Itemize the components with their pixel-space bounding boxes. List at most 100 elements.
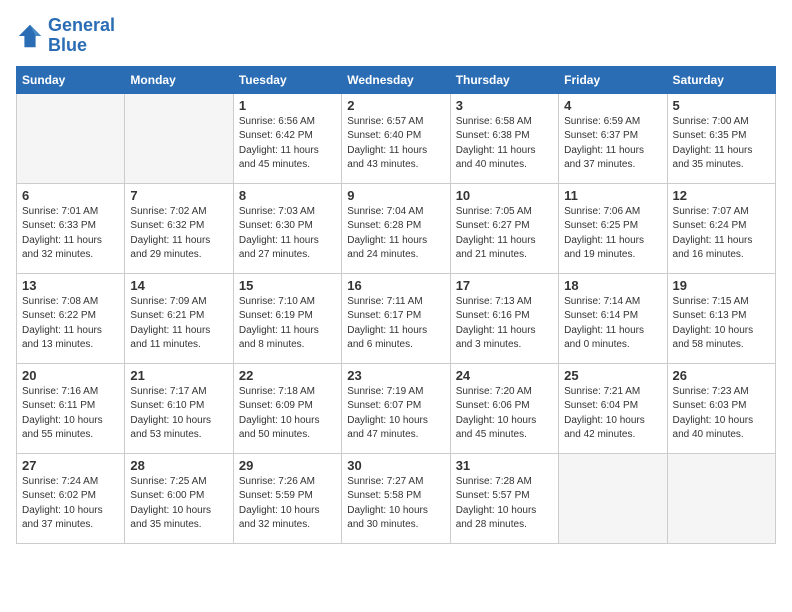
calendar-cell: 25 Sunrise: 7:21 AMSunset: 6:04 PMDayligh…: [559, 363, 667, 453]
cell-info: Sunrise: 7:08 AMSunset: 6:22 PMDaylight:…: [22, 295, 119, 353]
week-row-4: 20 Sunrise: 7:16 AMSunset: 6:11 PMDayligh…: [17, 363, 776, 453]
cell-info: Sunrise: 7:00 AMSunset: 6:35 PMDaylight:…: [673, 115, 770, 173]
calendar-cell: 20 Sunrise: 7:16 AMSunset: 6:11 PMDayligh…: [17, 363, 125, 453]
calendar-cell: 24 Sunrise: 7:20 AMSunset: 6:06 PMDayligh…: [450, 363, 558, 453]
cell-info: Sunrise: 7:16 AMSunset: 6:11 PMDaylight:…: [22, 385, 119, 443]
calendar-cell: 9 Sunrise: 7:04 AMSunset: 6:28 PMDaylight…: [342, 183, 450, 273]
cell-info: Sunrise: 7:19 AMSunset: 6:07 PMDaylight:…: [347, 385, 444, 443]
week-row-1: 1 Sunrise: 6:56 AMSunset: 6:42 PMDaylight…: [17, 93, 776, 183]
cell-info: Sunrise: 7:06 AMSunset: 6:25 PMDaylight:…: [564, 205, 661, 263]
day-number: 16: [347, 278, 444, 293]
day-number: 17: [456, 278, 553, 293]
day-number: 9: [347, 188, 444, 203]
calendar-cell: [559, 453, 667, 543]
calendar-cell: 30 Sunrise: 7:27 AMSunset: 5:58 PMDayligh…: [342, 453, 450, 543]
calendar-cell: 28 Sunrise: 7:25 AMSunset: 6:00 PMDayligh…: [125, 453, 233, 543]
calendar-cell: 3Sunrise: 6:58 AMSunset: 6:38 PMDaylight…: [450, 93, 558, 183]
calendar-cell: [667, 453, 775, 543]
cell-info: Sunrise: 7:25 AMSunset: 6:00 PMDaylight:…: [130, 475, 227, 533]
calendar-cell: 31 Sunrise: 7:28 AMSunset: 5:57 PMDayligh…: [450, 453, 558, 543]
day-number: 20: [22, 368, 119, 383]
logo: General Blue: [16, 16, 115, 56]
cell-info: Sunrise: 7:03 AMSunset: 6:30 PMDaylight:…: [239, 205, 336, 263]
day-number: 13: [22, 278, 119, 293]
calendar-cell: [125, 93, 233, 183]
day-number: 4: [564, 98, 661, 113]
cell-info: Sunrise: 7:27 AMSunset: 5:58 PMDaylight:…: [347, 475, 444, 533]
calendar-cell: [17, 93, 125, 183]
day-number: 10: [456, 188, 553, 203]
day-number: 7: [130, 188, 227, 203]
cell-info: Sunrise: 7:05 AMSunset: 6:27 PMDaylight:…: [456, 205, 553, 263]
week-row-2: 6 Sunrise: 7:01 AMSunset: 6:33 PMDaylight…: [17, 183, 776, 273]
calendar-cell: 2 Sunrise: 6:57 AMSunset: 6:40 PMDaylight…: [342, 93, 450, 183]
weekday-friday: Friday: [559, 66, 667, 93]
weekday-thursday: Thursday: [450, 66, 558, 93]
day-number: 24: [456, 368, 553, 383]
day-number: 23: [347, 368, 444, 383]
calendar-cell: 8Sunrise: 7:03 AMSunset: 6:30 PMDaylight…: [233, 183, 341, 273]
cell-info: Sunrise: 7:13 AMSunset: 6:16 PMDaylight:…: [456, 295, 553, 353]
calendar-cell: 13 Sunrise: 7:08 AMSunset: 6:22 PMDayligh…: [17, 273, 125, 363]
cell-info: Sunrise: 6:56 AMSunset: 6:42 PMDaylight:…: [239, 115, 336, 173]
day-number: 25: [564, 368, 661, 383]
calendar-cell: 23 Sunrise: 7:19 AMSunset: 6:07 PMDayligh…: [342, 363, 450, 453]
weekday-saturday: Saturday: [667, 66, 775, 93]
day-number: 30: [347, 458, 444, 473]
cell-info: Sunrise: 6:59 AMSunset: 6:37 PMDaylight:…: [564, 115, 661, 173]
week-row-5: 27 Sunrise: 7:24 AMSunset: 6:02 PMDayligh…: [17, 453, 776, 543]
calendar-cell: 7Sunrise: 7:02 AMSunset: 6:32 PMDaylight…: [125, 183, 233, 273]
cell-info: Sunrise: 7:10 AMSunset: 6:19 PMDaylight:…: [239, 295, 336, 353]
cell-info: Sunrise: 7:15 AMSunset: 6:13 PMDaylight:…: [673, 295, 770, 353]
weekday-header-row: SundayMondayTuesdayWednesdayThursdayFrid…: [17, 66, 776, 93]
day-number: 11: [564, 188, 661, 203]
calendar-cell: 21Sunrise: 7:17 AMSunset: 6:10 PMDayligh…: [125, 363, 233, 453]
cell-info: Sunrise: 7:23 AMSunset: 6:03 PMDaylight:…: [673, 385, 770, 443]
day-number: 26: [673, 368, 770, 383]
cell-info: Sunrise: 7:01 AMSunset: 6:33 PMDaylight:…: [22, 205, 119, 263]
calendar-cell: 11 Sunrise: 7:06 AMSunset: 6:25 PMDayligh…: [559, 183, 667, 273]
day-number: 21: [130, 368, 227, 383]
cell-info: Sunrise: 7:11 AMSunset: 6:17 PMDaylight:…: [347, 295, 444, 353]
cell-info: Sunrise: 7:20 AMSunset: 6:06 PMDaylight:…: [456, 385, 553, 443]
weekday-tuesday: Tuesday: [233, 66, 341, 93]
cell-info: Sunrise: 7:04 AMSunset: 6:28 PMDaylight:…: [347, 205, 444, 263]
calendar-cell: 15 Sunrise: 7:10 AMSunset: 6:19 PMDayligh…: [233, 273, 341, 363]
calendar-cell: 29Sunrise: 7:26 AMSunset: 5:59 PMDayligh…: [233, 453, 341, 543]
cell-info: Sunrise: 6:58 AMSunset: 6:38 PMDaylight:…: [456, 115, 553, 173]
day-number: 14: [130, 278, 227, 293]
calendar-cell: 17 Sunrise: 7:13 AMSunset: 6:16 PMDayligh…: [450, 273, 558, 363]
cell-info: Sunrise: 7:14 AMSunset: 6:14 PMDaylight:…: [564, 295, 661, 353]
day-number: 18: [564, 278, 661, 293]
day-number: 2: [347, 98, 444, 113]
calendar-table: SundayMondayTuesdayWednesdayThursdayFrid…: [16, 66, 776, 544]
day-number: 12: [673, 188, 770, 203]
day-number: 29: [239, 458, 336, 473]
day-number: 27: [22, 458, 119, 473]
day-number: 28: [130, 458, 227, 473]
cell-info: Sunrise: 7:28 AMSunset: 5:57 PMDaylight:…: [456, 475, 553, 533]
calendar-cell: 4 Sunrise: 6:59 AMSunset: 6:37 PMDaylight…: [559, 93, 667, 183]
calendar-cell: 16 Sunrise: 7:11 AMSunset: 6:17 PMDayligh…: [342, 273, 450, 363]
calendar-cell: 26 Sunrise: 7:23 AMSunset: 6:03 PMDayligh…: [667, 363, 775, 453]
cell-info: Sunrise: 7:07 AMSunset: 6:24 PMDaylight:…: [673, 205, 770, 263]
calendar-cell: 18 Sunrise: 7:14 AMSunset: 6:14 PMDayligh…: [559, 273, 667, 363]
weekday-sunday: Sunday: [17, 66, 125, 93]
cell-info: Sunrise: 7:21 AMSunset: 6:04 PMDaylight:…: [564, 385, 661, 443]
calendar-cell: 1 Sunrise: 6:56 AMSunset: 6:42 PMDaylight…: [233, 93, 341, 183]
calendar-cell: 22Sunrise: 7:18 AMSunset: 6:09 PMDayligh…: [233, 363, 341, 453]
day-number: 6: [22, 188, 119, 203]
weekday-wednesday: Wednesday: [342, 66, 450, 93]
cell-info: Sunrise: 7:24 AMSunset: 6:02 PMDaylight:…: [22, 475, 119, 533]
day-number: 31: [456, 458, 553, 473]
logo-text: General Blue: [48, 16, 115, 56]
calendar-body: 1 Sunrise: 6:56 AMSunset: 6:42 PMDaylight…: [17, 93, 776, 543]
day-number: 15: [239, 278, 336, 293]
calendar-cell: 10 Sunrise: 7:05 AMSunset: 6:27 PMDayligh…: [450, 183, 558, 273]
cell-info: Sunrise: 6:57 AMSunset: 6:40 PMDaylight:…: [347, 115, 444, 173]
calendar-cell: 12 Sunrise: 7:07 AMSunset: 6:24 PMDayligh…: [667, 183, 775, 273]
day-number: 1: [239, 98, 336, 113]
day-number: 19: [673, 278, 770, 293]
day-number: 5: [673, 98, 770, 113]
cell-info: Sunrise: 7:09 AMSunset: 6:21 PMDaylight:…: [130, 295, 227, 353]
